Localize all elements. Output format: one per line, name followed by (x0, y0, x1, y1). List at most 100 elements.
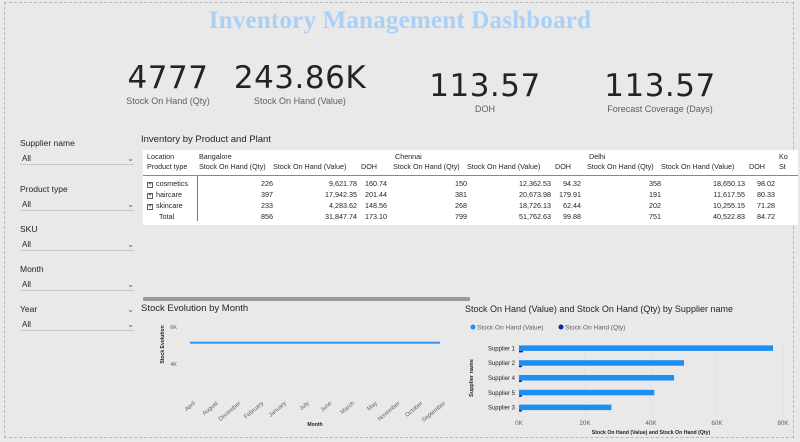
bar-stock-value[interactable] (519, 404, 612, 411)
x-tick-label: January (268, 401, 288, 419)
bar-stock-qty[interactable] (519, 380, 522, 383)
y-axis-label: Stock Evolution (160, 325, 166, 363)
month-dropdown[interactable]: All ⌄ (20, 279, 134, 291)
year-dropdown[interactable]: All ⌄ (20, 319, 134, 331)
matrix-cell: 150 (455, 179, 467, 188)
matrix-measure-header: Stock On Hand (Qty) (393, 162, 460, 171)
horizontal-scrollbar[interactable] (143, 297, 470, 301)
kpi-value: 243.86K (233, 60, 367, 96)
kpi-label: DOH (475, 104, 495, 114)
x-tick-label: 40K (645, 420, 657, 427)
matrix-measure-header: Stock On Hand (Qty) (587, 162, 654, 171)
matrix-row-header-top: Location (147, 152, 175, 161)
expand-plus-icon[interactable]: + (147, 193, 153, 199)
matrix-header-plants: Location Bangalore Chennai Delhi Ko (143, 152, 798, 162)
matrix-cell: 62.44 (563, 201, 581, 210)
supplier-chart-title: Stock On Hand (Value) and Stock On Hand … (465, 304, 733, 314)
matrix-cell: 751 (649, 212, 661, 221)
matrix-measure-header: Stock On Hand (Value) (661, 162, 735, 171)
y-tick-label: Supplier 4 (488, 376, 516, 382)
slicer-label: Product type (20, 184, 68, 194)
dropdown-value: All (22, 320, 31, 329)
kpi-value: 113.57 (604, 68, 716, 104)
bar-stock-qty[interactable] (519, 395, 522, 397)
matrix-cell: 201.44 (365, 190, 387, 199)
chevron-down-icon: ⌄ (127, 200, 134, 209)
matrix-cell: 381 (455, 190, 467, 199)
y-tick-label: Supplier 1 (488, 346, 516, 352)
legend-marker[interactable] (470, 324, 476, 330)
matrix-plant-header: Chennai (395, 152, 422, 161)
bar-stock-qty[interactable] (519, 410, 522, 412)
bar-stock-qty[interactable] (519, 365, 522, 368)
matrix-cell: 148.56 (365, 201, 387, 210)
table-row: + skincare 233 4,283.62 148.56 268 18,726.13 62… (143, 201, 798, 211)
table-row: + cosmetics 226 9,621.78 160.74 150 12,362.53 9… (143, 179, 798, 189)
legend-marker[interactable] (558, 324, 564, 330)
matrix-row-label[interactable]: + cosmetics (147, 179, 188, 189)
expand-plus-icon[interactable]: + (147, 182, 153, 188)
product-type-name: skincare (156, 201, 183, 210)
slicer-label: Month (20, 264, 44, 274)
x-tick-label: 80K (777, 420, 789, 427)
expand-plus-icon[interactable]: + (147, 204, 153, 210)
dropdown-value: All (22, 280, 31, 289)
x-tick-label: June (320, 401, 334, 414)
x-tick-label: 20K (579, 420, 591, 427)
matrix-cell: 173.10 (365, 212, 387, 221)
supplier-name-dropdown[interactable]: All ⌄ (20, 153, 134, 165)
dropdown-value: All (22, 200, 31, 209)
matrix-header-measures: Product type Stock On Hand (Qty) Stock On … (143, 162, 798, 172)
x-tick-label: April (184, 401, 197, 413)
kpi-card-stock-value[interactable]: 243.86K Stock On Hand (Value) (230, 61, 370, 106)
matrix-measure-header: DOH (555, 162, 571, 171)
matrix-row-label[interactable]: + skincare (147, 201, 183, 211)
x-tick-label: September (421, 401, 447, 424)
kpi-card-forecast-coverage[interactable]: 113.57 Forecast Coverage (Days) (595, 69, 725, 114)
slicer-month: Month All ⌄ (20, 263, 134, 291)
x-tick-label: December (218, 401, 242, 423)
matrix-plant-header: Ko (779, 152, 788, 161)
supplier-bar-chart[interactable]: Stock On Hand (Value) Stock On Hand (Qty)… (467, 315, 797, 439)
matrix-cell: 71.28 (757, 201, 775, 210)
matrix-measure-header: DOH (361, 162, 377, 171)
matrix-row-label: Total (159, 212, 174, 222)
slicer-label: Supplier name (20, 138, 75, 148)
bar-stock-value[interactable] (519, 360, 684, 366)
chevron-down-icon: ⌄ (127, 280, 134, 289)
legend-label[interactable]: Stock On Hand (Value) (477, 325, 543, 332)
x-tick-label: March (340, 401, 356, 416)
bar-stock-value[interactable] (519, 375, 675, 381)
inventory-matrix[interactable]: Location Bangalore Chennai Delhi Ko Product t… (143, 150, 798, 225)
kpi-value: 113.57 (429, 68, 541, 104)
matrix-cell: 268 (455, 201, 467, 210)
slicer-label: Year (20, 304, 38, 314)
bar-stock-qty[interactable] (519, 350, 523, 353)
matrix-measure-header: Stock On Hand (Qty) (199, 162, 266, 171)
y-tick-label: 6K (170, 325, 177, 331)
stock-evolution-chart[interactable]: 4K 6K Stock Evolution April AugustDecember Fe… (143, 313, 463, 439)
legend-label[interactable]: Stock On Hand (Qty) (565, 325, 625, 332)
matrix-cell: 799 (455, 212, 467, 221)
y-axis-label: Supplier name (469, 359, 475, 397)
chevron-down-icon: ⌄ (127, 154, 134, 163)
product-type-dropdown[interactable]: All ⌄ (20, 199, 134, 211)
matrix-cell: 179.91 (559, 190, 581, 199)
dropdown-value: All (22, 154, 31, 163)
matrix-total-row: Total 856 31,847.74 173.10 799 51,762.63 99.88… (143, 212, 798, 222)
matrix-row-header-divider (197, 176, 198, 221)
kpi-card-doh[interactable]: 113.57 DOH (425, 69, 545, 114)
kpi-card-stock-qty[interactable]: 4777 Stock On Hand (Qty) (113, 61, 223, 106)
matrix-measure-header: Stock On Hand (Value) (273, 162, 347, 171)
sku-dropdown[interactable]: All ⌄ (20, 239, 134, 251)
matrix-cell: 226 (261, 179, 273, 188)
matrix-row-label[interactable]: + haircare (147, 190, 182, 200)
matrix-cell: 98.02 (757, 179, 775, 188)
matrix-cell: 233 (261, 201, 273, 210)
chevron-down-icon[interactable]: ⌄ (127, 305, 134, 314)
bar-stock-value[interactable] (519, 345, 774, 351)
matrix-cell: 191 (649, 190, 661, 199)
matrix-measure-header: St (779, 162, 786, 171)
x-tick-label: 0K (515, 420, 524, 427)
bar-stock-value[interactable] (519, 389, 655, 396)
